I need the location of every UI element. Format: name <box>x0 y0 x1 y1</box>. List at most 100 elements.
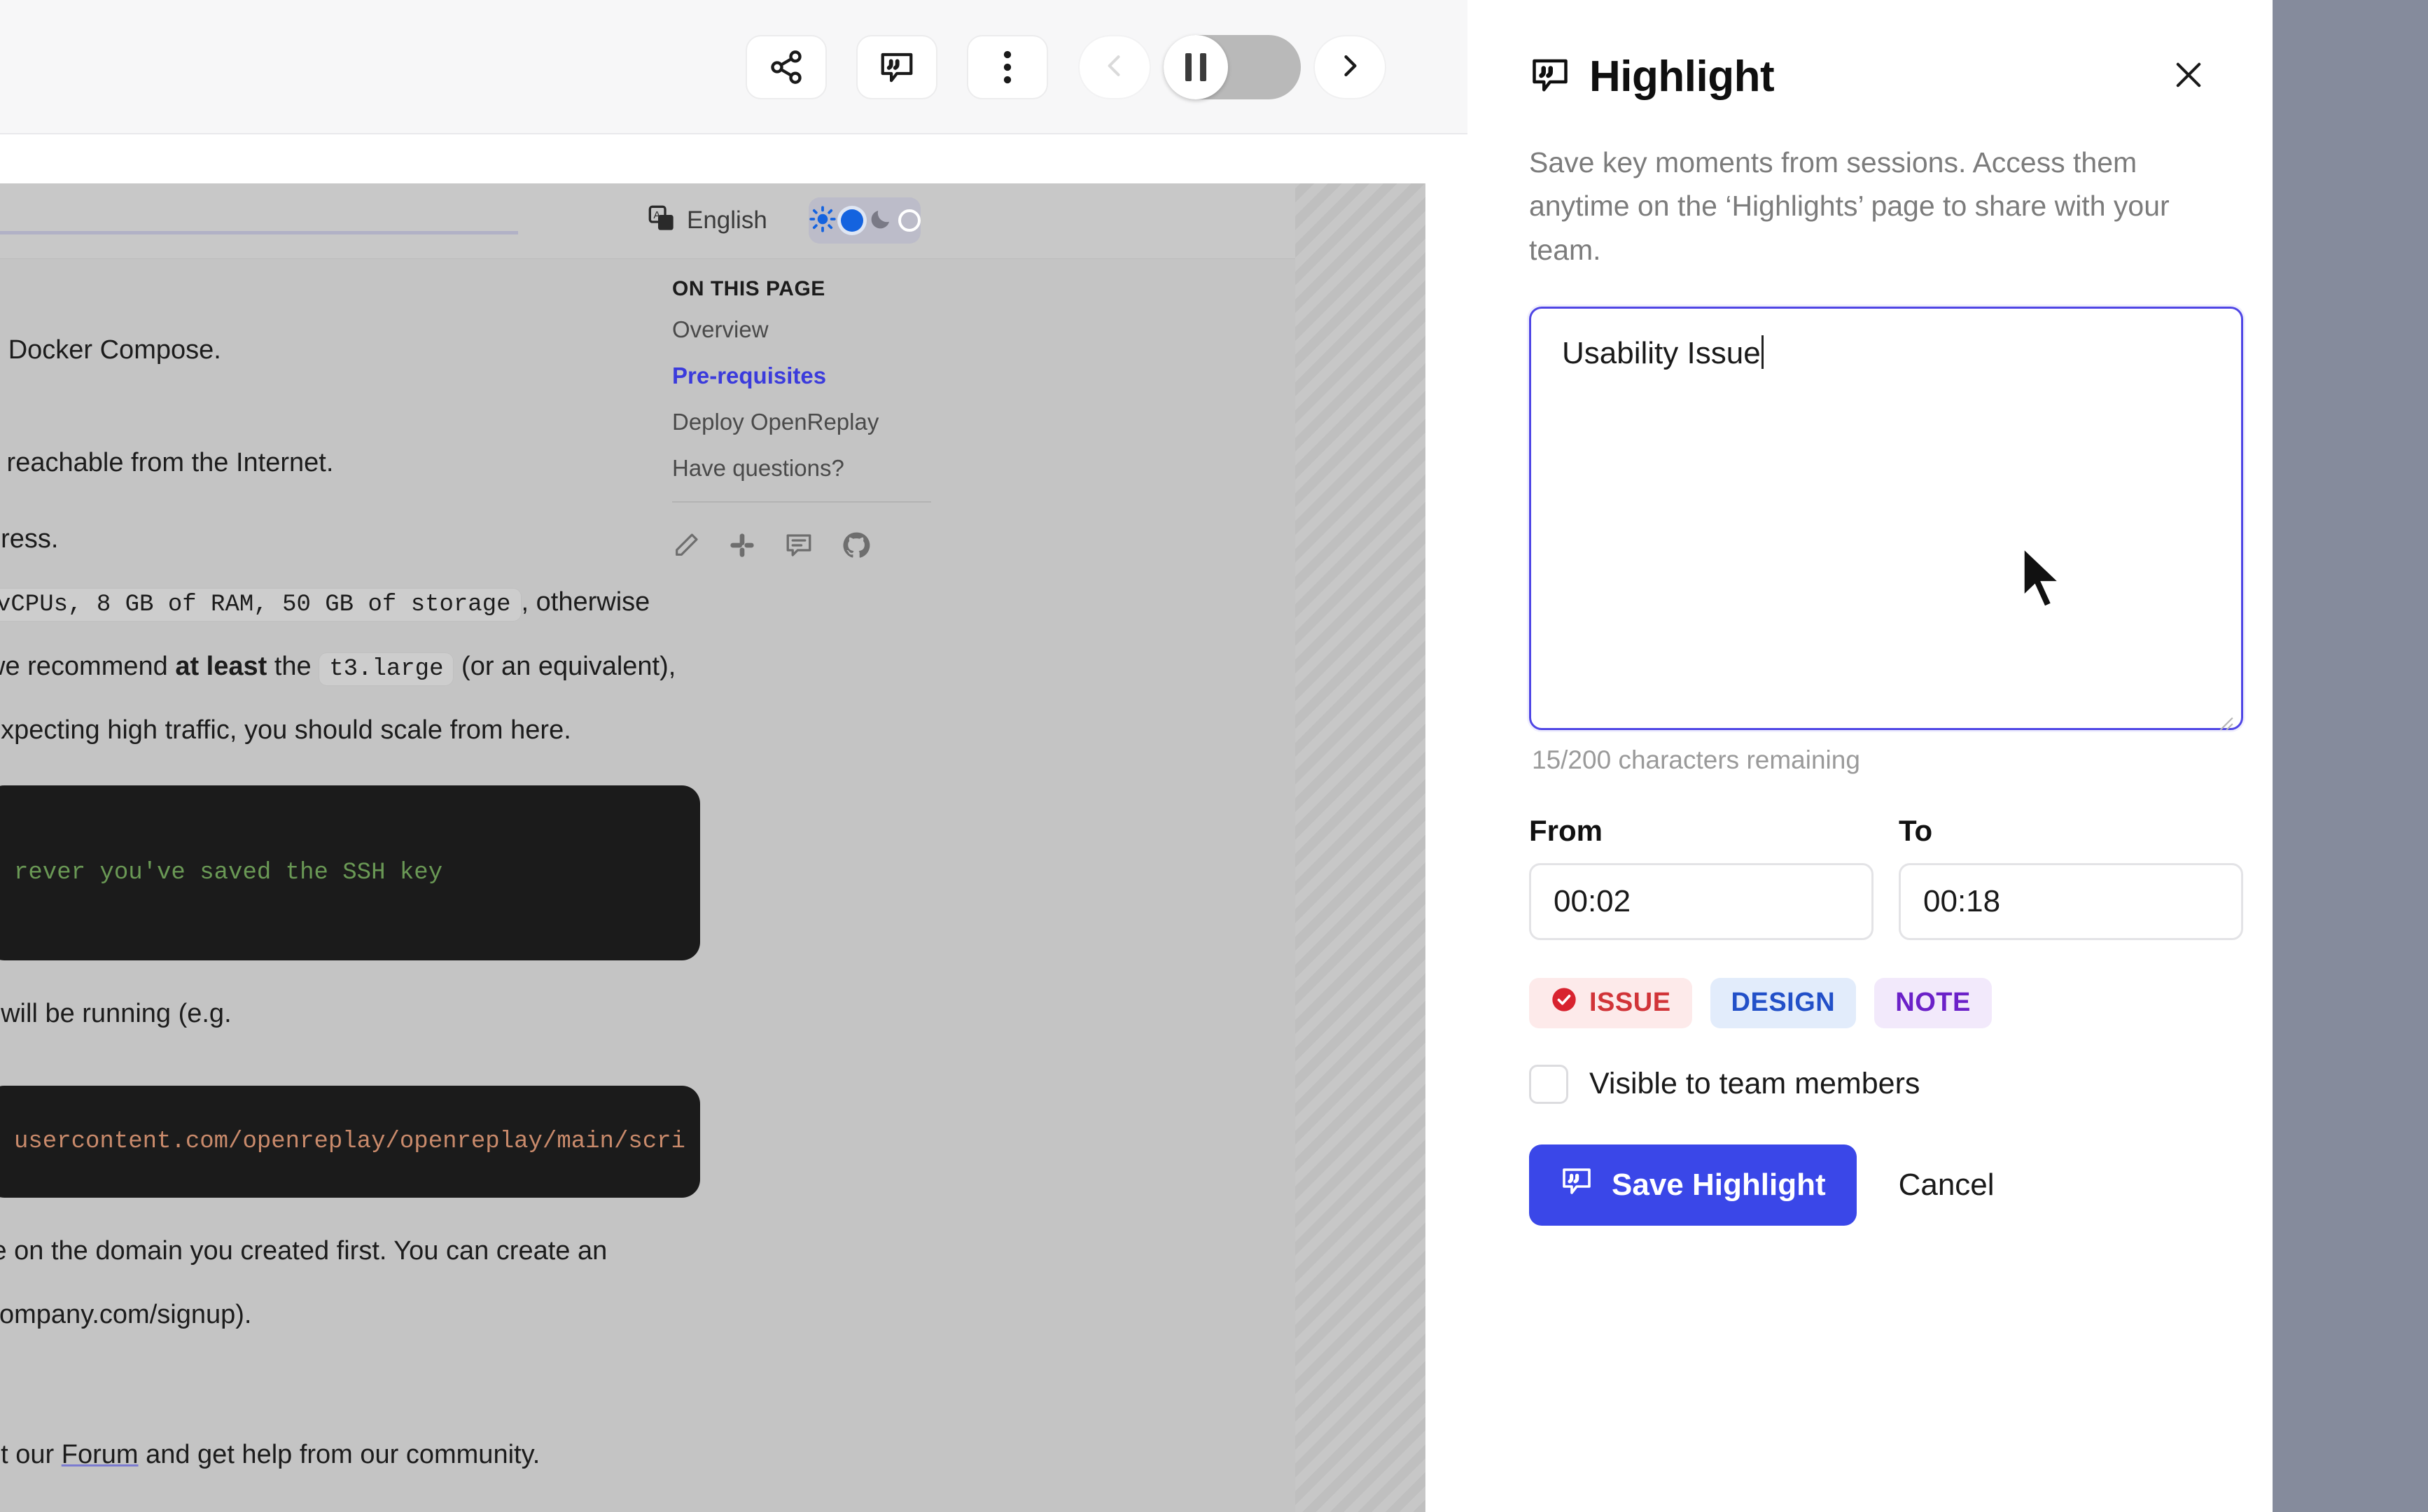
previous-session-button[interactable] <box>1078 35 1151 99</box>
check-circle-icon <box>1550 986 1578 1021</box>
docs-content-column: n Docker Compose. s reachable from the I… <box>0 231 728 1510</box>
theme-dark-option[interactable] <box>898 209 921 232</box>
to-label: To <box>1899 813 1933 847</box>
spec-bold: at least <box>175 651 267 681</box>
visibility-row[interactable]: Visible to team members <box>1529 1064 2211 1104</box>
theme-light-selected[interactable] <box>840 209 863 232</box>
quote-bubble-icon <box>1529 54 1571 99</box>
docs-topbar: A English <box>0 183 1337 259</box>
page-background-stripes <box>1295 183 1425 1512</box>
highlight-note-input[interactable]: Usability Issue <box>1529 306 2243 731</box>
code-text: rever you've saved the SSH key <box>14 859 443 886</box>
translate-icon: A <box>648 204 676 236</box>
docs-page: A English n Docker Compose. s reachable … <box>0 183 1425 1512</box>
from-time-value: 00:02 <box>1554 883 1631 918</box>
language-selector[interactable]: A English <box>648 204 767 236</box>
on-this-page-item-overview[interactable]: Overview <box>672 316 973 343</box>
to-time-input[interactable]: 00:18 <box>1899 862 2243 940</box>
tag-selector: ISSUE DESIGN NOTE <box>1529 977 2211 1028</box>
close-icon <box>2170 57 2207 97</box>
doc-paragraph: company.com/signup). <box>0 1299 252 1329</box>
visible-to-team-checkbox[interactable] <box>1529 1064 1568 1104</box>
forum-text: and get help from our community. <box>138 1440 540 1470</box>
on-this-page-item-have-questions[interactable]: Have questions? <box>672 455 973 482</box>
quote-bubble-icon <box>1560 1164 1593 1205</box>
session-replay-area: A English n Docker Compose. s reachable … <box>0 0 1467 1512</box>
tag-issue[interactable]: ISSUE <box>1529 977 1692 1028</box>
inline-code: t3.large <box>319 652 454 686</box>
share-button[interactable] <box>746 35 827 99</box>
spec-text: the <box>267 651 319 681</box>
slack-icon[interactable] <box>728 531 756 563</box>
theme-toggle[interactable] <box>809 197 921 244</box>
on-this-page-nav: ON THIS PAGE Overview Pre-requisites Dep… <box>672 277 973 564</box>
text-caret <box>1761 335 1764 369</box>
tag-issue-label: ISSUE <box>1589 988 1671 1018</box>
code-block: rever you've saved the SSH key <box>0 785 700 960</box>
character-counter: 15/200 characters remaining <box>1532 745 1860 774</box>
highlight-title-group: Highlight <box>1529 52 1775 102</box>
from-time-group: From 00:02 <box>1529 814 1874 940</box>
save-highlight-button[interactable]: Save Highlight <box>1529 1144 1857 1226</box>
doc-paragraph: t will be running (e.g. <box>0 998 232 1028</box>
more-options-button[interactable] <box>967 35 1048 99</box>
tag-design[interactable]: DESIGN <box>1710 977 1857 1028</box>
tag-design-label: DESIGN <box>1731 988 1836 1018</box>
pause-icon <box>1164 35 1228 99</box>
doc-paragraph: le on the domain you created first. You … <box>0 1236 608 1266</box>
inline-code: vCPUs, 8 GB of RAM, 50 GB of storage <box>0 588 522 622</box>
chevron-right-icon <box>1334 50 1365 85</box>
spec-text: (or an equivalent), <box>454 651 676 681</box>
chevron-left-icon <box>1099 50 1130 85</box>
screen: A English n Docker Compose. s reachable … <box>0 0 2428 1512</box>
on-this-page-item-deploy-openreplay[interactable]: Deploy OpenReplay <box>672 409 973 435</box>
doc-spec-line-2: we recommend at least the t3.large (or a… <box>0 645 700 688</box>
to-time-group: To 00:18 <box>1899 814 2243 940</box>
code-text: usercontent.com/openreplay/openreplay/ma… <box>14 1128 685 1155</box>
to-time-value: 00:18 <box>1923 883 2001 918</box>
cancel-button[interactable]: Cancel <box>1899 1168 1995 1203</box>
github-icon[interactable] <box>842 531 871 564</box>
docs-body: n Docker Compose. s reachable from the I… <box>0 231 1337 1512</box>
replayed-page: A English n Docker Compose. s reachable … <box>0 134 1467 1512</box>
mouse-cursor <box>2016 542 2070 615</box>
highlight-note-value: Usability Issue <box>1562 335 1761 370</box>
page-title: Highlight <box>1589 52 1775 101</box>
play-pause-toggle[interactable] <box>1164 35 1301 99</box>
vertical-dots-icon <box>1003 48 1012 86</box>
add-highlight-button[interactable] <box>856 35 937 99</box>
divider <box>672 501 931 503</box>
from-label: From <box>1529 813 1603 847</box>
on-this-page-title: ON THIS PAGE <box>672 277 825 300</box>
highlight-panel-header: Highlight <box>1529 52 2211 102</box>
visible-to-team-label: Visible to team members <box>1589 1067 1920 1101</box>
forum-text: ut our <box>0 1440 55 1470</box>
from-time-input[interactable]: 00:02 <box>1529 862 1874 940</box>
spec-text: we recommend <box>0 651 176 681</box>
moon-icon <box>868 206 893 235</box>
tag-note[interactable]: NOTE <box>1874 977 1992 1028</box>
doc-paragraph: dress. <box>0 524 59 554</box>
on-this-page-item-pre-requisites[interactable]: Pre-requisites <box>672 363 973 389</box>
resize-grip-icon[interactable] <box>2216 704 2234 731</box>
next-session-button[interactable] <box>1313 35 1386 99</box>
doc-forum-line: ut our Forum and get help from our commu… <box>0 1434 700 1476</box>
language-label: English <box>687 206 767 234</box>
tag-note-label: NOTE <box>1895 988 1971 1018</box>
player-toolbar <box>0 0 1467 134</box>
doc-paragraph: s reachable from the Internet. <box>0 447 334 477</box>
forum-link[interactable]: Forum <box>62 1440 139 1469</box>
pencil-icon[interactable] <box>672 531 700 563</box>
spec-text: , otherwise <box>521 587 650 617</box>
comment-icon[interactable] <box>784 531 814 564</box>
sun-icon <box>809 205 836 236</box>
quote-bubble-icon <box>878 48 916 86</box>
content-divider <box>0 231 518 234</box>
time-range-row: From 00:02 To 00:18 <box>1529 814 2243 940</box>
share-icon <box>768 49 804 85</box>
code-block: usercontent.com/openreplay/openreplay/ma… <box>0 1085 700 1198</box>
save-highlight-label: Save Highlight <box>1612 1167 1826 1202</box>
close-button[interactable] <box>2166 55 2211 99</box>
doc-spec-line-3: expecting high traffic, you should scale… <box>0 715 571 746</box>
doc-spec-line-1: vCPUs, 8 GB of RAM, 50 GB of storage, ot… <box>0 581 700 624</box>
